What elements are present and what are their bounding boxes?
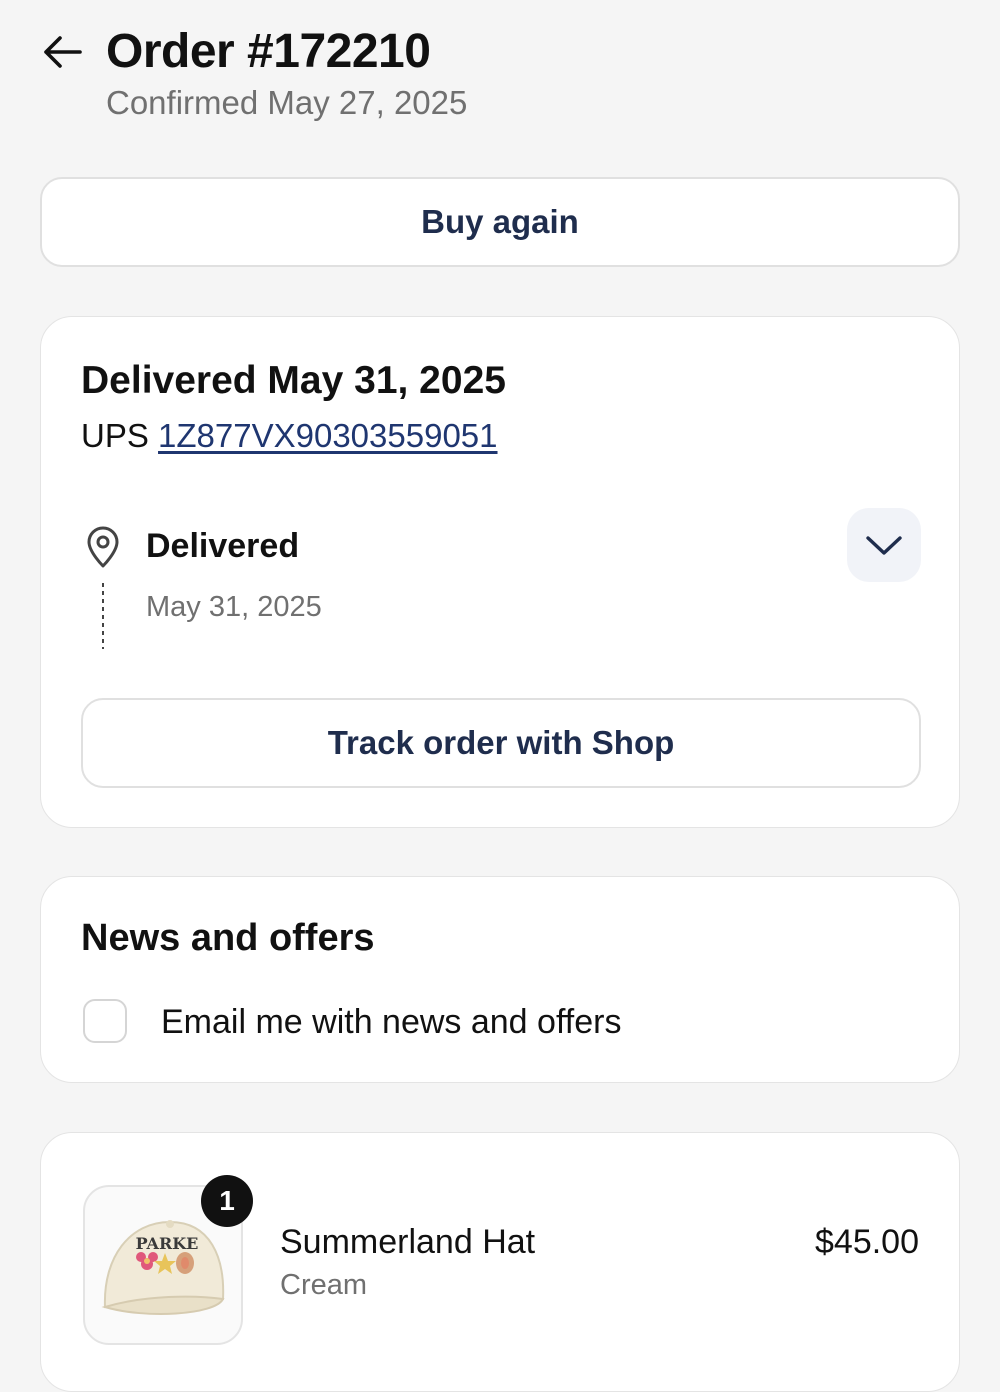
email-offers-label[interactable]: Email me with news and offers [161,1003,621,1042]
news-offers-card: News and offers Email me with news and o… [40,876,960,1083]
order-confirmed-date: Confirmed May 27, 2025 [106,84,468,121]
back-button[interactable] [40,30,84,74]
carrier-name: UPS [81,417,149,454]
email-offers-checkbox[interactable] [83,999,127,1043]
order-header: Order #172210 Confirmed May 27, 2025 [40,22,960,132]
product-price: $45.00 [815,1223,919,1261]
page-title: Order #172210 [106,25,431,78]
product-variant: Cream [280,1269,368,1301]
order-item-card: PARKE 1 Summerland Hat Cream $45.00 [40,1132,960,1392]
quantity-badge: 1 [201,1175,253,1227]
svg-text:PARKE: PARKE [136,1234,199,1253]
expand-tracking-button[interactable] [847,508,921,582]
delivery-status-date: May 31, 2025 [146,591,322,623]
arrow-left-icon [44,36,82,68]
delivery-title: Delivered May 31, 2025 [81,359,506,402]
news-offers-title: News and offers [81,917,375,959]
buy-again-button[interactable]: Buy again [40,177,960,267]
product-name: Summerland Hat [280,1223,536,1261]
timeline-connector [102,583,104,649]
location-pin-icon [87,526,119,568]
delivery-status-title: Delivered [146,527,300,565]
carrier-line: UPS 1Z877VX90303559051 [81,417,498,455]
delivery-card: Delivered May 31, 2025 UPS 1Z877VX903035… [40,316,960,828]
chevron-down-icon [866,536,902,555]
tracking-number-link[interactable]: 1Z877VX90303559051 [158,417,497,454]
track-order-button[interactable]: Track order with Shop [81,698,921,788]
